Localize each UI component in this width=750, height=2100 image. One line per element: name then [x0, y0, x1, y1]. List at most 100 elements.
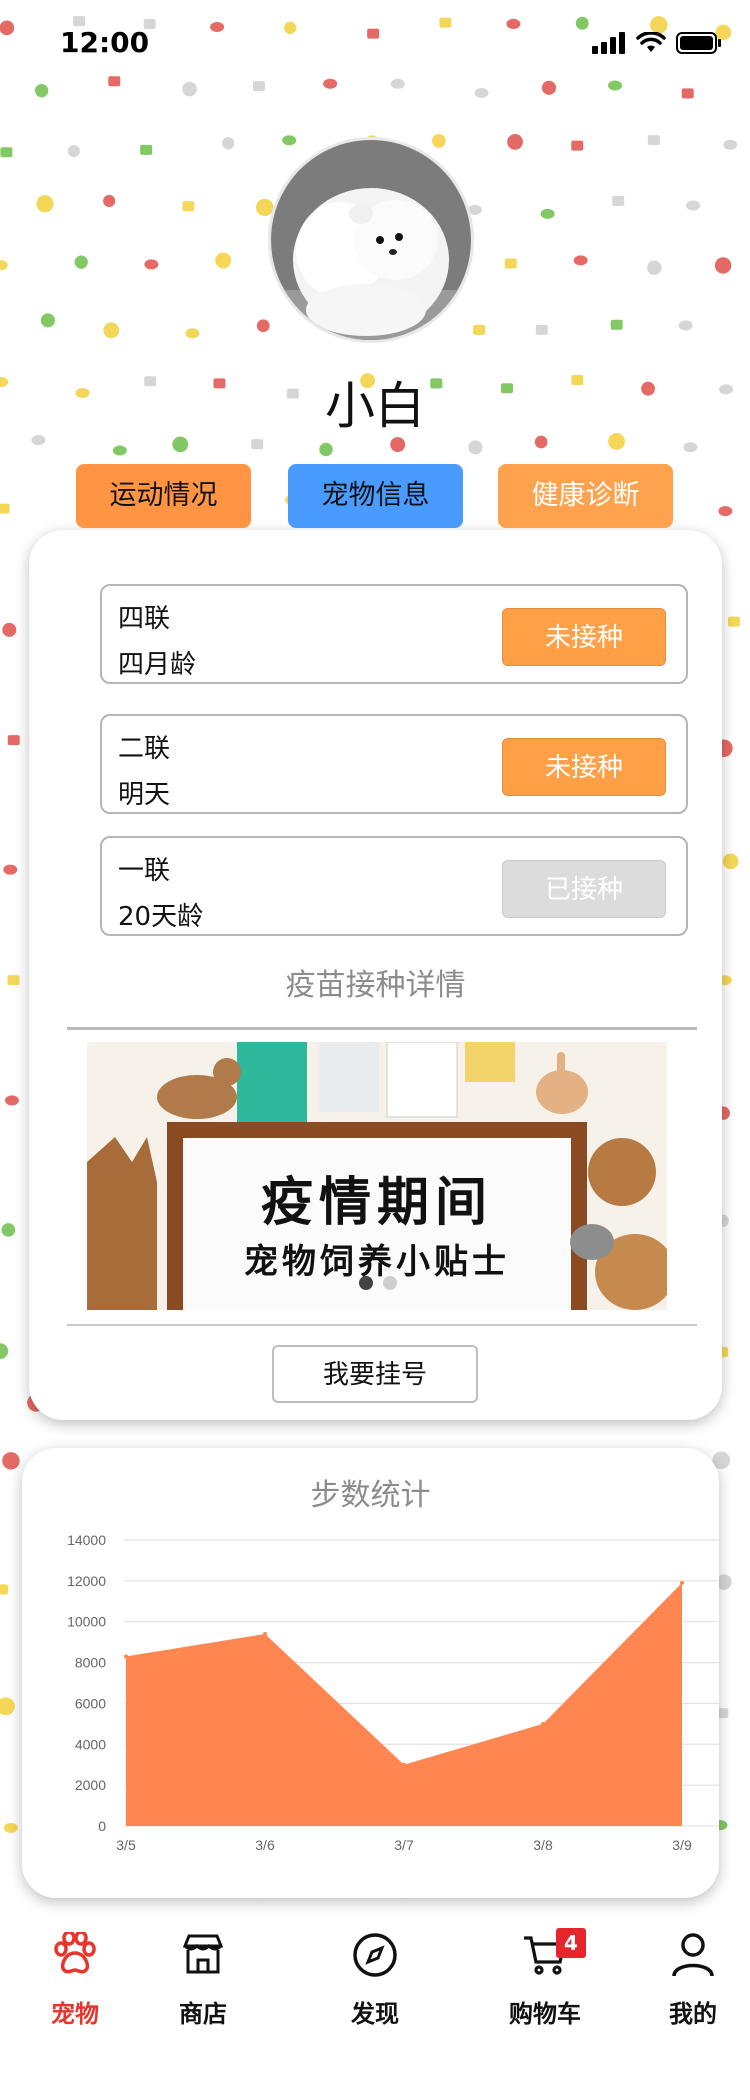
data-point[interactable] — [541, 1721, 545, 1726]
nav-item-discover[interactable]: 发现 — [300, 1920, 450, 2050]
tab-pet-info[interactable]: 宠物信息 — [288, 464, 463, 528]
bottom-nav: 宠物 商店 发现 4 购物车 我的 — [0, 1920, 750, 2100]
pattern-shape — [0, 1584, 9, 1595]
y-tick-label: 10000 — [67, 1614, 106, 1630]
x-tick-label: 3/6 — [255, 1837, 275, 1853]
pattern-shape — [0, 503, 10, 514]
pattern-shape — [722, 853, 739, 870]
steps-area-series — [126, 1582, 682, 1826]
vaccine-name: 二联 — [118, 734, 171, 764]
vaccine-status-button[interactable]: 已接种 — [502, 860, 666, 918]
pattern-shape — [2, 1452, 20, 1470]
pattern-shape — [723, 139, 738, 150]
pattern-shape — [1, 1223, 16, 1237]
pet-info-card: 四联 四月龄 未接种 二联 明天 未接种 一联 20天龄 已接种 疫苗接种详情 — [29, 530, 722, 1420]
x-tick-label: 3/5 — [116, 1837, 136, 1853]
chart-title: 步数统计 — [310, 1478, 431, 1513]
pattern-shape — [172, 436, 189, 453]
pattern-shape — [4, 1095, 19, 1106]
banner-subtitle: 宠物饲养小贴士 — [244, 1242, 510, 1282]
data-point[interactable] — [124, 1654, 128, 1659]
data-point[interactable] — [402, 1762, 406, 1767]
nav-item-cart[interactable]: 4 购物车 — [470, 1920, 620, 2050]
pattern-shape — [610, 319, 623, 330]
pattern-shape — [103, 322, 120, 339]
pattern-shape — [431, 134, 446, 148]
nav-label: 购物车 — [509, 2000, 581, 2028]
battery-icon — [676, 32, 721, 54]
pattern-shape — [7, 735, 20, 746]
pattern-shape — [215, 252, 232, 269]
vaccine-age: 四月龄 — [118, 650, 197, 680]
pattern-shape — [67, 145, 80, 158]
pet-name: 小白 — [325, 377, 425, 435]
pattern-shape — [103, 194, 116, 208]
pattern-shape — [507, 134, 523, 150]
pattern-shape — [0, 147, 13, 158]
nav-label: 我的 — [669, 2000, 717, 2028]
compass-icon — [353, 1933, 397, 1977]
pattern-shape — [681, 88, 694, 99]
data-point[interactable] — [680, 1580, 684, 1585]
tips-banner[interactable]: 疫情期间 宠物饲养小贴士 — [87, 1042, 667, 1310]
pattern-shape — [74, 255, 88, 269]
pattern-shape — [185, 328, 200, 339]
banner-title: 疫情期间 — [260, 1172, 493, 1233]
y-tick-label: 12000 — [67, 1573, 106, 1589]
status-icons — [592, 32, 722, 54]
divider — [67, 1324, 697, 1326]
pattern-shape — [468, 440, 483, 455]
pattern-shape — [504, 258, 517, 269]
nav-item-store[interactable]: 商店 — [128, 1920, 278, 2050]
x-tick-label: 3/7 — [394, 1837, 414, 1853]
pattern-shape — [112, 445, 127, 456]
y-tick-label: 4000 — [75, 1736, 106, 1752]
wifi-icon — [636, 32, 666, 52]
pattern-shape — [718, 506, 733, 517]
pattern-shape — [540, 208, 555, 219]
pattern-shape — [222, 137, 235, 150]
vaccine-status-button[interactable]: 未接种 — [502, 738, 666, 796]
pattern-shape — [573, 255, 588, 266]
status-bar: 12:00 — [0, 0, 750, 86]
tab-exercise[interactable]: 运动情况 — [76, 464, 251, 528]
pattern-shape — [727, 616, 740, 627]
pattern-shape — [390, 437, 406, 453]
y-tick-label: 6000 — [75, 1695, 106, 1711]
vaccine-detail-title[interactable]: 疫苗接种详情 — [29, 960, 722, 1004]
vaccine-age: 明天 — [118, 780, 171, 810]
nav-label: 发现 — [351, 2000, 399, 2028]
carousel-dot-active[interactable] — [359, 1276, 373, 1290]
vaccine-item: 一联 20天龄 已接种 — [100, 836, 688, 936]
data-point[interactable] — [263, 1631, 267, 1636]
vaccine-name: 四联 — [118, 604, 171, 634]
nav-item-me[interactable]: 我的 — [618, 1920, 750, 2050]
pattern-shape — [251, 439, 264, 450]
vaccine-status-button[interactable]: 未接种 — [502, 608, 666, 666]
register-button[interactable]: 我要挂号 — [272, 1345, 478, 1403]
pomeranian-photo — [271, 140, 471, 340]
pattern-shape — [3, 864, 18, 875]
status-time: 12:00 — [60, 26, 150, 59]
pattern-shape — [40, 313, 55, 328]
cart-badge: 4 — [556, 1928, 586, 1958]
carousel-dot[interactable] — [383, 1276, 397, 1290]
user-icon — [672, 1933, 714, 1977]
pattern-shape — [0, 1697, 15, 1716]
pattern-shape — [473, 324, 486, 335]
pattern-shape — [36, 195, 54, 213]
pattern-shape — [282, 135, 297, 146]
divider — [67, 1027, 697, 1030]
pattern-shape — [647, 135, 660, 146]
pattern-shape — [144, 259, 159, 270]
pet-avatar[interactable] — [268, 137, 474, 343]
y-tick-label: 0 — [98, 1818, 106, 1834]
tab-health-diagnosis[interactable]: 健康诊断 — [498, 464, 673, 528]
nav-label: 商店 — [179, 2000, 227, 2028]
x-tick-label: 3/9 — [672, 1837, 692, 1853]
vaccine-name: 一联 — [118, 856, 171, 886]
pattern-shape — [612, 196, 625, 207]
paw-icon — [54, 1932, 96, 1974]
pattern-shape — [256, 319, 270, 333]
steps-chart: 0 2000 4000 6000 8000 10000 12000 14000 3/5 3/6 3/… — [67, 1532, 719, 1853]
